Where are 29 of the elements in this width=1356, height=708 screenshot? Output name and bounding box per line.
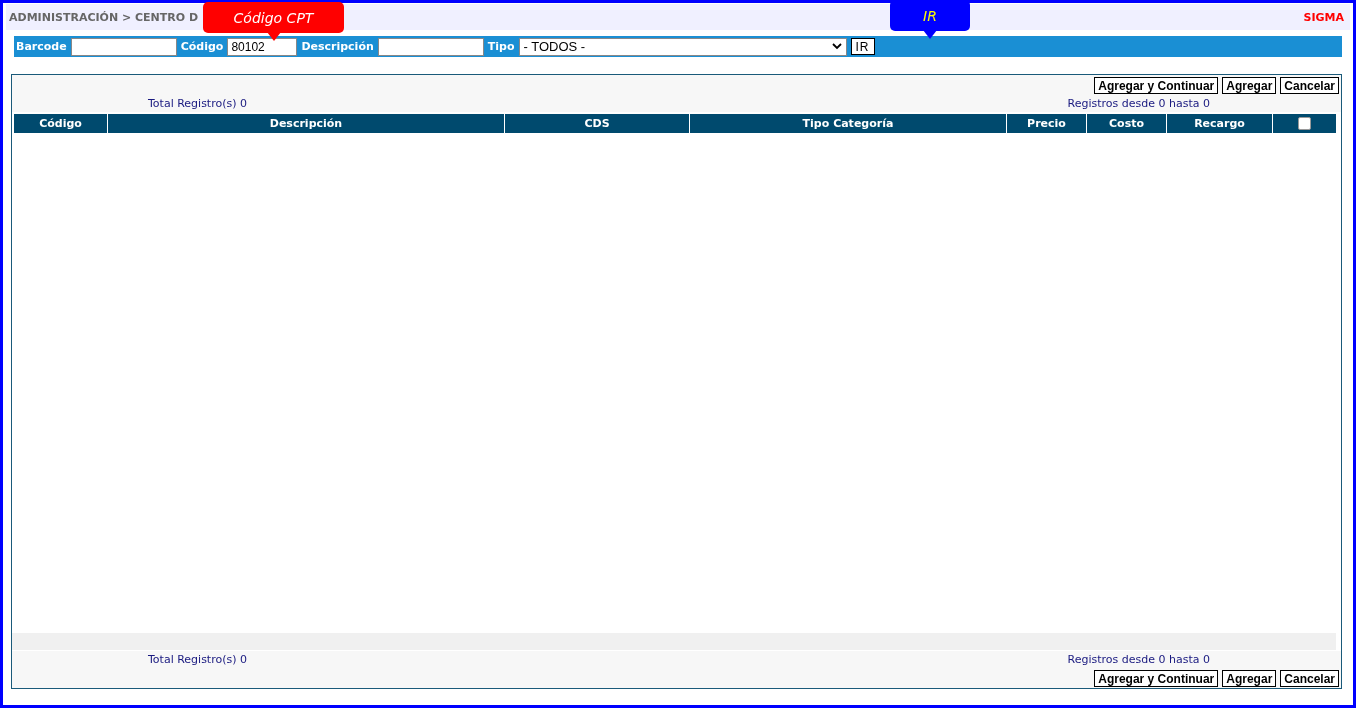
brand-name: SIGMA — [1303, 10, 1344, 24]
callout-pointer — [923, 30, 937, 39]
action-button[interactable]: Cancelar — [1280, 77, 1339, 94]
select-all-checkbox[interactable] — [1298, 117, 1311, 130]
filter-label: Código — [180, 40, 224, 53]
filter-input[interactable] — [70, 37, 177, 56]
action-button[interactable]: Agregar — [1222, 670, 1277, 687]
horizontal-scrollbar[interactable] — [12, 633, 1336, 650]
filter-label: Descripción — [301, 40, 374, 53]
records-range: Registros desde 0 hasta 0 — [1067, 653, 1210, 666]
column-header: Código — [38, 116, 83, 132]
filter-input[interactable]: 80102 — [227, 37, 298, 56]
chevron-down-icon — [831, 43, 842, 50]
type-select[interactable]: - TODOS - — [518, 37, 847, 56]
filter-label: Tipo — [487, 40, 515, 53]
breadcrumb: ADMINISTRACIÓN > CENTRO D — [9, 10, 199, 24]
callout-tooltip: Código CPT — [203, 2, 344, 33]
callout-pointer — [266, 32, 281, 41]
action-button[interactable]: Cancelar — [1280, 670, 1339, 687]
action-button[interactable]: Agregar y Continuar — [1094, 670, 1219, 687]
action-button[interactable]: Agregar — [1222, 77, 1277, 94]
go-button[interactable]: IR — [850, 38, 875, 55]
total-records: Total Registro(s) 0 — [148, 97, 247, 110]
total-records: Total Registro(s) 0 — [148, 653, 247, 666]
callout-tooltip: IR — [890, 0, 970, 31]
filter-input[interactable] — [377, 37, 484, 56]
action-button[interactable]: Agregar y Continuar — [1094, 77, 1219, 94]
filter-label: Barcode — [16, 40, 67, 53]
records-range: Registros desde 0 hasta 0 — [1067, 97, 1210, 110]
